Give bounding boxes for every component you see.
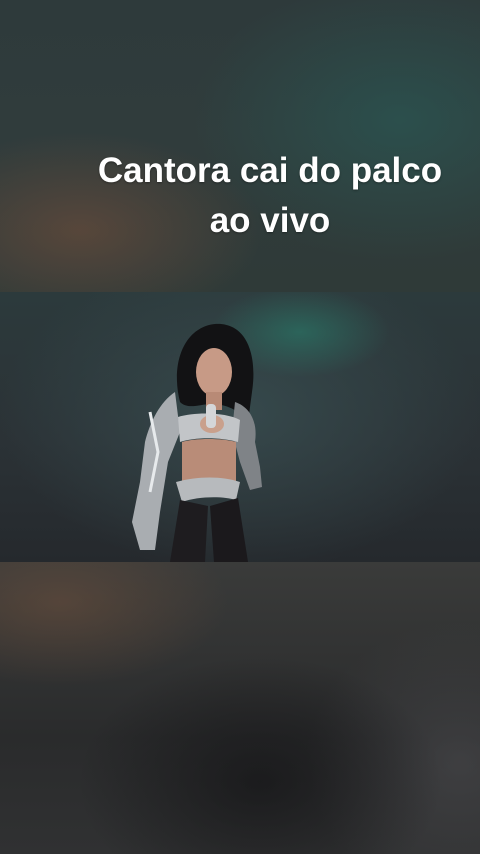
caption-line-1: Cantora cai do palco: [97, 151, 443, 190]
left-leg-shape: [170, 500, 208, 562]
video-player[interactable]: [0, 292, 480, 562]
torso-shape: [182, 439, 236, 482]
left-silver-sleeve: [132, 392, 180, 550]
performer-image: [132, 323, 262, 562]
video-caption: Cantora cai do palco ao vivo: [60, 146, 480, 246]
right-leg-shape: [210, 498, 248, 562]
right-silver-sleeve: [232, 402, 262, 490]
caption-line-2: ao vivo: [209, 201, 331, 240]
silver-belt: [176, 477, 240, 502]
video-screen: Cantora cai do palco ao vivo: [0, 0, 480, 854]
blurred-background-bottom: [0, 562, 480, 854]
microphone-icon: [206, 404, 216, 428]
face-shape: [196, 348, 232, 396]
